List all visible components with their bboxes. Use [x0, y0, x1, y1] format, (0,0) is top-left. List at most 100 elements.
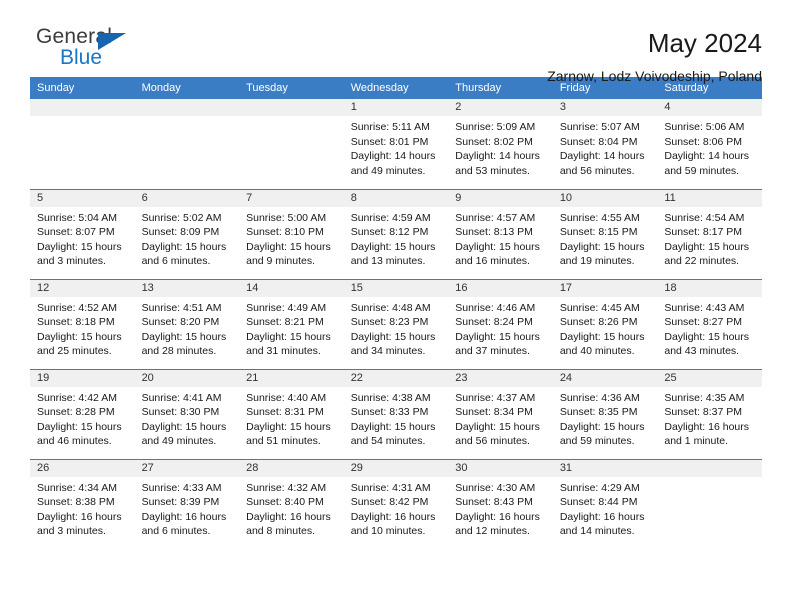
daylight-text-line2: and 14 minutes.	[559, 525, 635, 538]
day-cell[interactable]: 8 Sunrise: 4:59 AM Sunset: 8:12 PM Daylight…	[343, 188, 449, 279]
day-number	[134, 99, 240, 116]
daylight-text-line1: Daylight: 15 hours	[37, 330, 122, 343]
general-blue-logo[interactable]: General Blue	[30, 26, 150, 78]
day-number: 7	[239, 189, 344, 207]
day-number: 8	[343, 189, 449, 207]
day-cell[interactable]: 26 Sunrise: 4:34 AM Sunset: 8:38 PM Dayligh…	[30, 458, 135, 549]
sunset-text: Sunset: 8:07 PM	[37, 226, 115, 239]
day-cell[interactable]: 29 Sunrise: 4:31 AM Sunset: 8:42 PM Dayligh…	[343, 458, 449, 549]
day-cell[interactable]: 3 Sunrise: 5:07 AM Sunset: 8:04 PM Daylight…	[552, 99, 658, 189]
day-cell[interactable]: 14 Sunrise: 4:49 AM Sunset: 8:21 PM Dayligh…	[239, 278, 344, 369]
day-cell[interactable]: 17 Sunrise: 4:45 AM Sunset: 8:26 PM Dayligh…	[552, 278, 658, 369]
daylight-text-line1: Daylight: 15 hours	[350, 420, 436, 433]
sunrise-text: Sunrise: 4:43 AM	[664, 301, 745, 314]
day-cell[interactable]: 7 Sunrise: 5:00 AM Sunset: 8:10 PM Daylight…	[239, 188, 344, 279]
sunrise-text: Sunrise: 4:40 AM	[246, 391, 327, 404]
sunrise-text: Sunrise: 5:09 AM	[455, 121, 536, 133]
day-cell[interactable]: 23 Sunrise: 4:37 AM Sunset: 8:34 PM Dayligh…	[448, 368, 553, 459]
sunset-text: Sunset: 8:38 PM	[37, 496, 115, 509]
daylight-text-line1: Daylight: 15 hours	[664, 330, 750, 343]
day-cell[interactable]: 18 Sunrise: 4:43 AM Sunset: 8:27 PM Dayligh…	[657, 278, 762, 369]
sunset-text: Sunset: 8:01 PM	[350, 135, 429, 148]
daylight-text-line2: and 13 minutes.	[350, 255, 426, 268]
logo-word-blue: Blue	[60, 46, 103, 69]
sunrise-text: Sunrise: 5:00 AM	[246, 211, 327, 224]
day-details: Sunrise: 5:04 AM Sunset: 8:07 PM Daylight:…	[30, 207, 135, 269]
day-number: 21	[239, 369, 344, 387]
day-cell[interactable]: 6 Sunrise: 5:02 AM Sunset: 8:09 PM Daylight…	[134, 188, 240, 279]
calendar-body: 1 Sunrise: 5:11 AM Sunset: 8:01 PM Daylight…	[30, 99, 762, 549]
day-number: 9	[448, 189, 553, 207]
day-cell[interactable]: 15 Sunrise: 4:48 AM Sunset: 8:23 PM Dayligh…	[343, 278, 449, 369]
page-title: May 2024	[647, 28, 762, 58]
sunset-text: Sunset: 8:31 PM	[246, 406, 324, 419]
day-number: 5	[30, 189, 135, 207]
day-cell[interactable]: 9 Sunrise: 4:57 AM Sunset: 8:13 PM Daylight…	[448, 188, 553, 279]
day-cell[interactable]: 21 Sunrise: 4:40 AM Sunset: 8:31 PM Dayligh…	[239, 368, 344, 459]
day-cell[interactable]: 19 Sunrise: 4:42 AM Sunset: 8:28 PM Dayligh…	[30, 368, 135, 459]
day-cell[interactable]: 13 Sunrise: 4:51 AM Sunset: 8:20 PM Dayligh…	[134, 278, 240, 369]
daylight-text-line2: and 31 minutes.	[246, 345, 321, 358]
day-cell[interactable]: 1 Sunrise: 5:11 AM Sunset: 8:01 PM Daylight…	[343, 99, 449, 189]
daylight-text-line2: and 56 minutes.	[455, 435, 530, 448]
sunrise-text: Sunrise: 4:45 AM	[559, 301, 640, 314]
day-cell[interactable]: 5 Sunrise: 5:04 AM Sunset: 8:07 PM Daylight…	[30, 188, 135, 279]
sunrise-text: Sunrise: 4:48 AM	[350, 301, 431, 314]
sunrise-text: Sunrise: 4:49 AM	[246, 301, 327, 314]
day-cell[interactable]: 10 Sunrise: 4:55 AM Sunset: 8:15 PM Dayligh…	[552, 188, 658, 279]
sunset-text: Sunset: 8:34 PM	[455, 406, 533, 419]
sunset-text: Sunset: 8:10 PM	[246, 226, 324, 239]
day-number	[657, 459, 762, 477]
day-cell[interactable]: 30 Sunrise: 4:30 AM Sunset: 8:43 PM Dayligh…	[448, 458, 553, 549]
daylight-text-line1: Daylight: 15 hours	[455, 420, 540, 433]
sunset-text: Sunset: 8:42 PM	[350, 496, 429, 509]
sunrise-text: Sunrise: 4:34 AM	[37, 481, 117, 494]
sunset-text: Sunset: 8:09 PM	[141, 226, 220, 239]
day-cell[interactable]: 20 Sunrise: 4:41 AM Sunset: 8:30 PM Dayligh…	[134, 368, 240, 459]
day-cell[interactable]: 2 Sunrise: 5:09 AM Sunset: 8:02 PM Daylight…	[448, 99, 553, 189]
daylight-text-line2: and 28 minutes.	[141, 345, 217, 358]
day-number: 17	[552, 279, 658, 297]
daylight-text-line1: Daylight: 15 hours	[455, 240, 540, 253]
sunset-text: Sunset: 8:06 PM	[664, 135, 743, 148]
sunset-text: Sunset: 8:27 PM	[664, 316, 743, 329]
sunrise-text: Sunrise: 4:41 AM	[141, 391, 222, 404]
daylight-text-line1: Daylight: 15 hours	[246, 420, 331, 433]
sunset-text: Sunset: 8:23 PM	[350, 316, 429, 329]
day-number: 18	[657, 279, 762, 297]
sunset-text: Sunset: 8:17 PM	[664, 226, 743, 239]
day-number: 16	[448, 279, 553, 297]
daylight-text-line2: and 59 minutes.	[664, 164, 740, 177]
daylight-text-line1: Daylight: 16 hours	[246, 510, 331, 523]
calendar-page: General Blue May 2024 Zarnow, Lodz Voivo…	[0, 0, 792, 612]
day-number: 20	[134, 369, 240, 387]
day-cell[interactable]: 24 Sunrise: 4:36 AM Sunset: 8:35 PM Dayligh…	[552, 368, 658, 459]
sunset-text: Sunset: 8:39 PM	[141, 496, 220, 509]
daylight-text-line2: and 46 minutes.	[37, 435, 112, 448]
day-number: 11	[657, 189, 762, 207]
day-cell[interactable]: 28 Sunrise: 4:32 AM Sunset: 8:40 PM Dayligh…	[239, 458, 344, 549]
sunrise-text: Sunrise: 4:37 AM	[455, 391, 536, 404]
day-details: Sunrise: 5:02 AM Sunset: 8:09 PM Daylight:…	[135, 207, 240, 269]
day-cell[interactable]: 25 Sunrise: 4:35 AM Sunset: 8:37 PM Dayligh…	[657, 368, 762, 459]
sunset-text: Sunset: 8:15 PM	[559, 226, 638, 239]
day-details: Sunrise: 4:31 AM Sunset: 8:42 PM Daylight:…	[344, 477, 449, 539]
day-details: Sunrise: 4:42 AM Sunset: 8:28 PM Daylight:…	[30, 387, 135, 449]
day-cell[interactable]: 11 Sunrise: 4:54 AM Sunset: 8:17 PM Dayligh…	[657, 188, 762, 279]
sunrise-text: Sunrise: 4:52 AM	[37, 301, 117, 314]
daylight-text-line1: Daylight: 14 hours	[664, 150, 750, 163]
day-number: 3	[552, 99, 658, 116]
day-cell[interactable]: 22 Sunrise: 4:38 AM Sunset: 8:33 PM Dayligh…	[343, 368, 449, 459]
sunset-text: Sunset: 8:33 PM	[350, 406, 429, 419]
day-cell-empty	[134, 99, 240, 189]
day-details: Sunrise: 4:41 AM Sunset: 8:30 PM Daylight:…	[135, 387, 240, 449]
day-cell[interactable]: 12 Sunrise: 4:52 AM Sunset: 8:18 PM Dayligh…	[30, 278, 135, 369]
daylight-text-line2: and 56 minutes.	[559, 164, 635, 177]
day-cell[interactable]: 16 Sunrise: 4:46 AM Sunset: 8:24 PM Dayligh…	[448, 278, 553, 369]
daylight-text-line2: and 34 minutes.	[350, 345, 426, 358]
day-cell[interactable]: 4 Sunrise: 5:06 AM Sunset: 8:06 PM Daylight…	[657, 99, 762, 189]
daylight-text-line2: and 10 minutes.	[350, 525, 426, 538]
day-cell[interactable]: 27 Sunrise: 4:33 AM Sunset: 8:39 PM Dayligh…	[134, 458, 240, 549]
daylight-text-line1: Daylight: 16 hours	[350, 510, 436, 523]
day-cell[interactable]: 31 Sunrise: 4:29 AM Sunset: 8:44 PM Dayligh…	[552, 458, 658, 549]
